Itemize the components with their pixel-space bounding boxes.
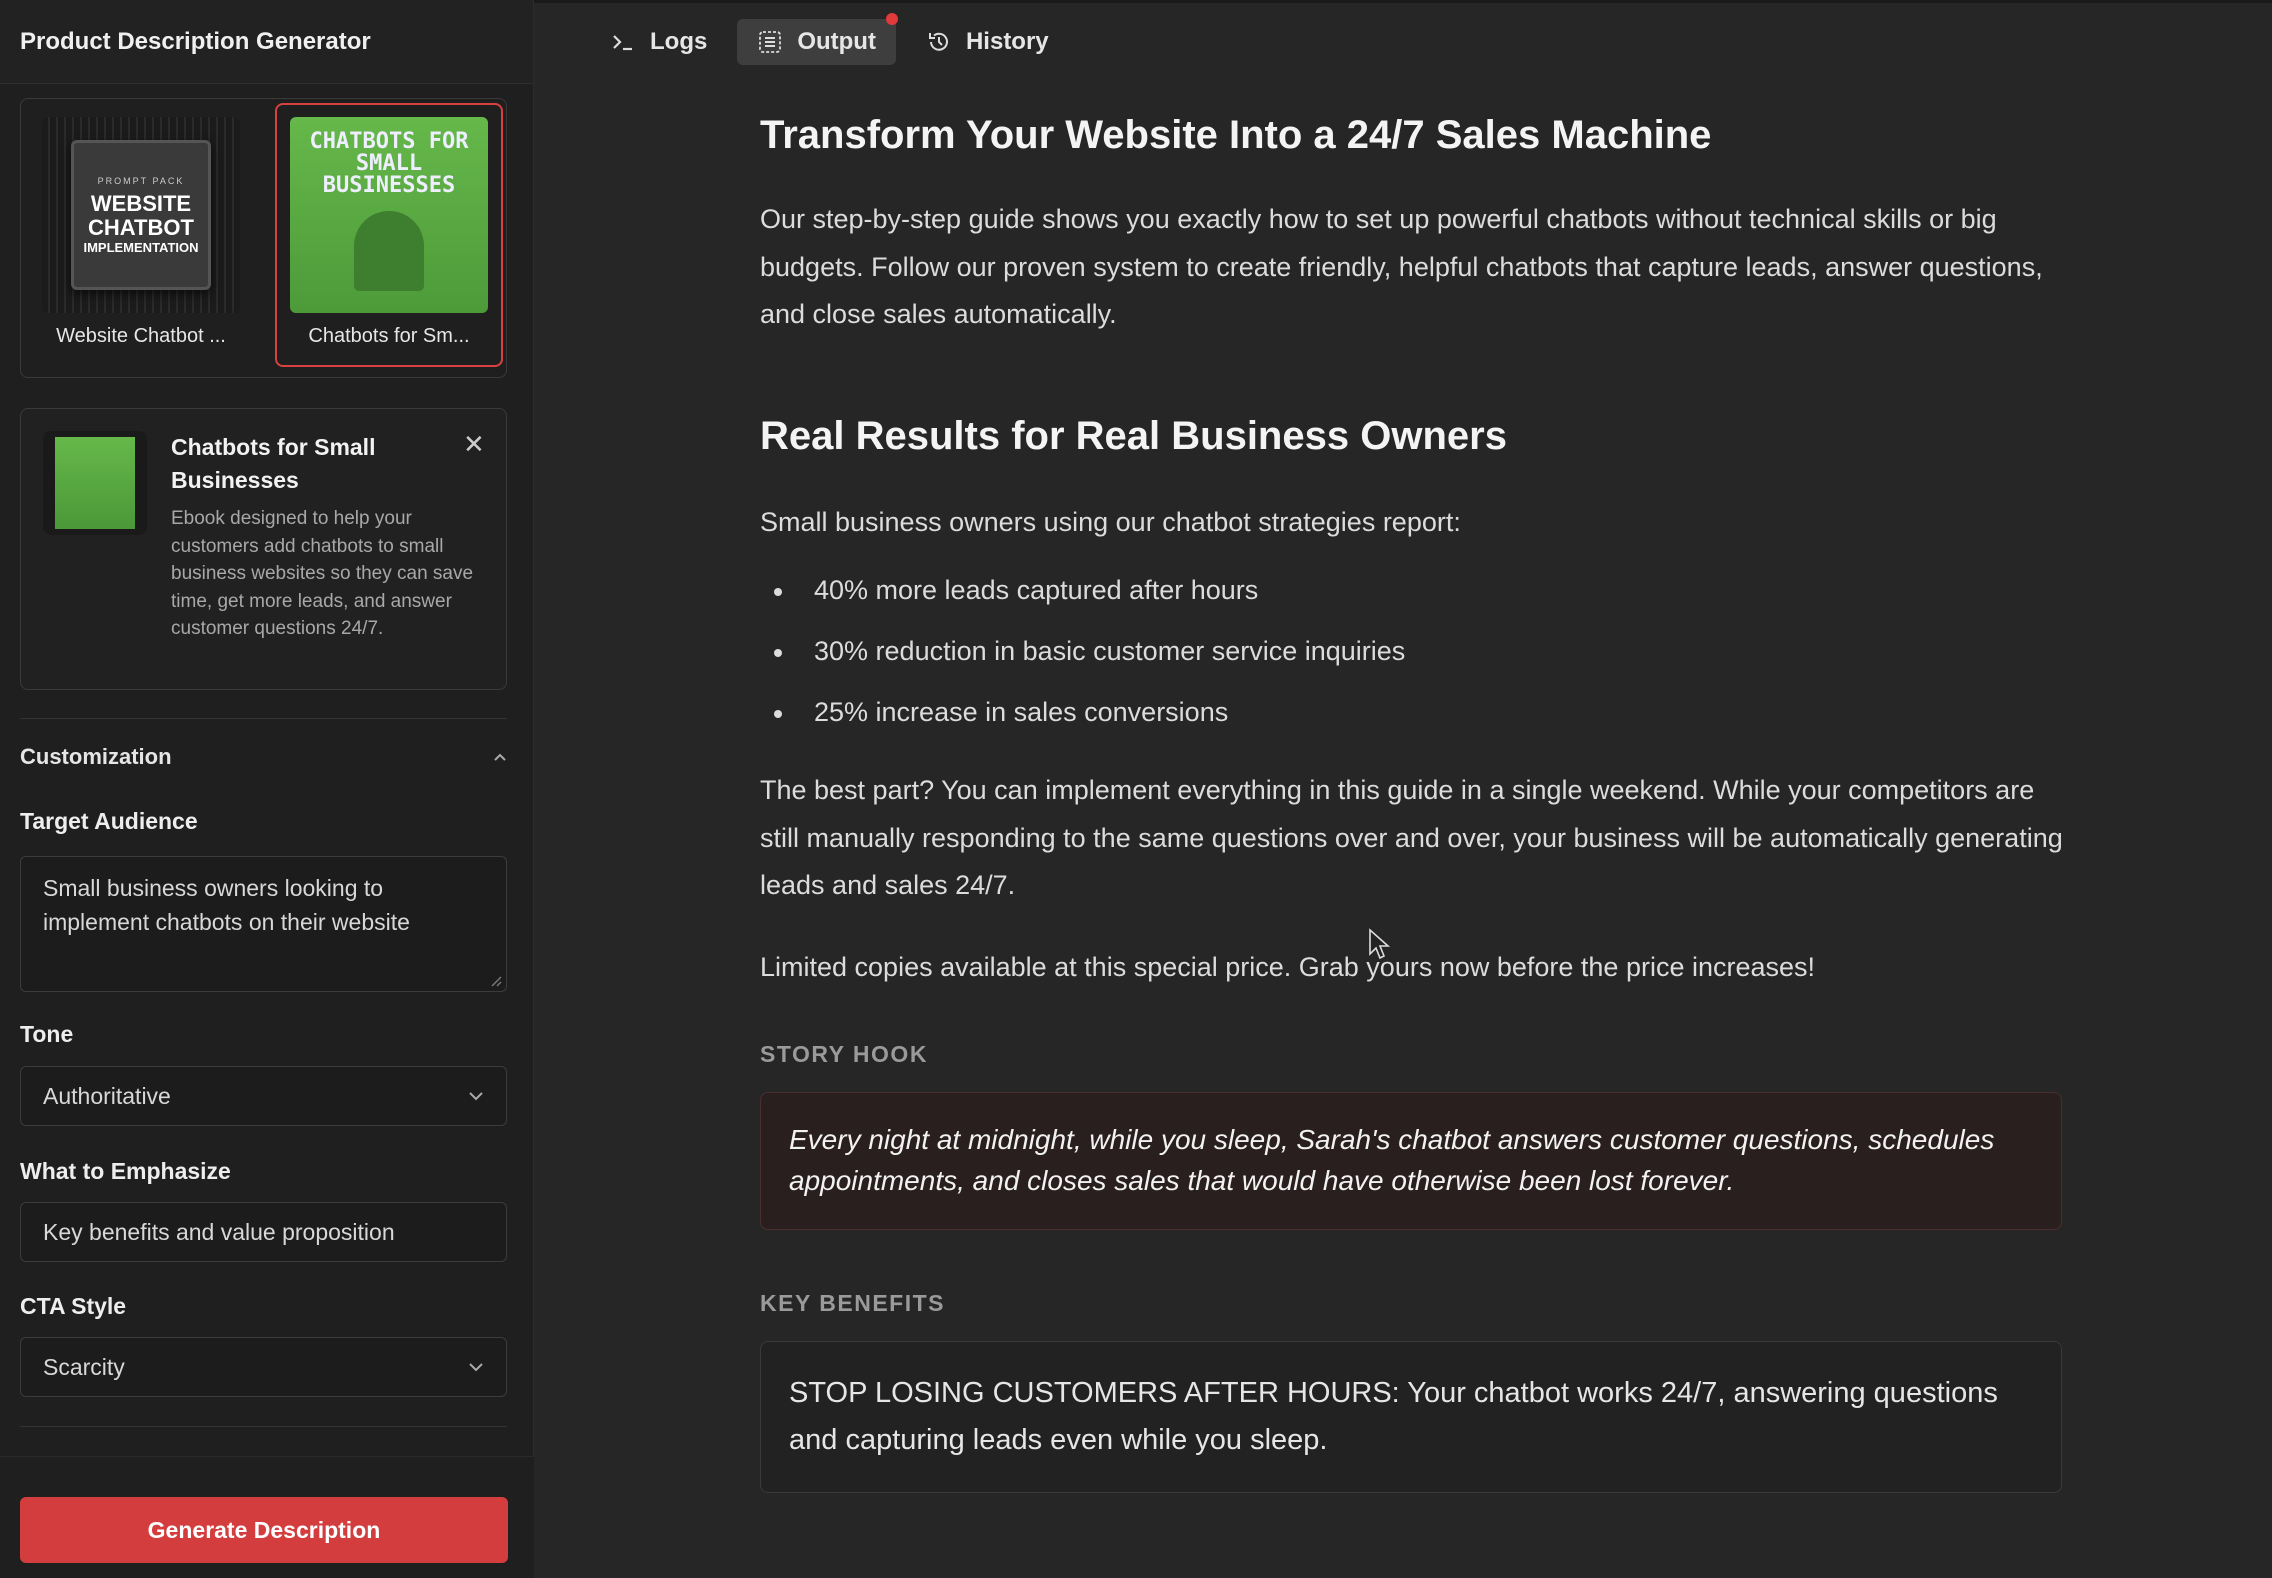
selected-product-detail: Chatbots for Small Businesses ✕ Ebook de… bbox=[20, 408, 507, 690]
chevron-down-icon bbox=[469, 1092, 483, 1101]
product-cover-image: CHATBOTS FOR SMALL BUSINESSES bbox=[290, 117, 488, 313]
app-title: Product Description Generator bbox=[0, 0, 533, 84]
tab-output-label: Output bbox=[797, 27, 876, 55]
mouse-cursor-icon bbox=[1369, 928, 1391, 960]
product-card-label: Chatbots for Sm... bbox=[308, 325, 470, 347]
customization-heading: Customization bbox=[20, 744, 172, 769]
resize-grip-icon[interactable] bbox=[490, 975, 502, 987]
product-card-chatbots-small-business[interactable]: CHATBOTS FOR SMALL BUSINESSES Chatbots f… bbox=[275, 103, 503, 367]
cover-title-text: WEBSITE CHATBOT bbox=[88, 190, 194, 240]
tab-history-label: History bbox=[965, 27, 1049, 55]
product-grid: PROMPT PACK WEBSITE CHATBOT IMPLEMENTATI… bbox=[20, 98, 507, 378]
tone-selected-value: Authoritative bbox=[43, 1082, 171, 1109]
product-card-label: Website Chatbot ... bbox=[56, 325, 226, 347]
tab-logs[interactable]: Logs bbox=[590, 19, 727, 65]
list-icon bbox=[759, 30, 782, 53]
tab-bar: Logs Output History bbox=[534, 0, 2272, 80]
close-icon[interactable]: ✕ bbox=[463, 429, 485, 460]
tab-output[interactable]: Output bbox=[737, 12, 898, 65]
chevron-up-icon[interactable] bbox=[493, 750, 507, 764]
product-card-website-chatbot[interactable]: PROMPT PACK WEBSITE CHATBOT IMPLEMENTATI… bbox=[27, 103, 255, 367]
cover-title-text: CHATBOTS FOR SMALL BUSINESSES bbox=[309, 129, 469, 198]
output-paragraph-2: Small business owners using our chatbot … bbox=[760, 506, 1461, 537]
key-benefits-label: KEY BENEFITS bbox=[760, 1290, 945, 1316]
customization-section-header[interactable]: Customization bbox=[20, 744, 507, 770]
cover-subtitle-text: IMPLEMENTATION bbox=[83, 239, 199, 255]
selected-product-thumbnail bbox=[43, 431, 147, 535]
terminal-icon bbox=[613, 34, 632, 50]
key-benefit-item: STOP LOSING CUSTOMERS AFTER HOURS: Your … bbox=[760, 1341, 2062, 1493]
cover-figure bbox=[354, 211, 424, 291]
stats-list: 40% more leads captured after hours 30% … bbox=[774, 560, 2064, 743]
output-content: Transform Your Website Into a 24/7 Sales… bbox=[760, 80, 2064, 1493]
cover-small-text: PROMPT PACK bbox=[97, 175, 185, 186]
emphasize-input[interactable]: Key benefits and value proposition bbox=[20, 1202, 507, 1262]
output-heading-1: Transform Your Website Into a 24/7 Sales… bbox=[760, 113, 1712, 157]
product-cover-image: PROMPT PACK WEBSITE CHATBOT IMPLEMENTATI… bbox=[42, 117, 240, 313]
output-paragraph-3: The best part? You can implement everyth… bbox=[760, 775, 2063, 900]
cta-style-selected-value: Scarcity bbox=[43, 1353, 125, 1380]
tone-select[interactable]: Authoritative bbox=[20, 1066, 507, 1126]
chevron-down-icon bbox=[469, 1363, 483, 1372]
story-hook-label: STORY HOOK bbox=[760, 1041, 928, 1067]
selected-product-description: Ebook designed to help your customers ad… bbox=[171, 508, 474, 639]
list-item: 30% reduction in basic customer service … bbox=[774, 621, 2064, 682]
cta-style-label: CTA Style bbox=[20, 1293, 127, 1319]
target-audience-value: Small business owners looking to impleme… bbox=[43, 875, 410, 935]
target-audience-textarea[interactable]: Small business owners looking to impleme… bbox=[20, 856, 507, 992]
history-icon bbox=[928, 32, 948, 51]
cta-style-select[interactable]: Scarcity bbox=[20, 1337, 507, 1397]
target-audience-label: Target Audience bbox=[20, 808, 198, 834]
emphasize-label: What to Emphasize bbox=[20, 1158, 231, 1184]
list-item: 25% increase in sales conversions bbox=[774, 682, 2064, 743]
output-heading-2: Real Results for Real Business Owners bbox=[760, 413, 1507, 458]
sidebar: Product Description Generator PROMPT PAC… bbox=[0, 0, 534, 1578]
story-hook-box: Every night at midnight, while you sleep… bbox=[760, 1092, 2062, 1230]
divider bbox=[20, 718, 507, 719]
thumbnail-cover bbox=[55, 437, 135, 529]
list-item: 40% more leads captured after hours bbox=[774, 560, 2064, 621]
output-paragraph-4: Limited copies available at this special… bbox=[760, 951, 1816, 982]
tab-history[interactable]: History bbox=[906, 19, 1069, 65]
notification-dot bbox=[885, 12, 898, 25]
tone-label: Tone bbox=[20, 1021, 74, 1047]
output-paragraph-1: Our step-by-step guide shows you exactly… bbox=[760, 204, 2043, 329]
divider bbox=[20, 1426, 507, 1427]
emphasize-value: Key benefits and value proposition bbox=[43, 1218, 395, 1245]
tab-logs-label: Logs bbox=[650, 27, 708, 55]
generate-description-button[interactable]: Generate Description bbox=[20, 1497, 508, 1563]
selected-product-title: Chatbots for Small Businesses bbox=[171, 434, 376, 493]
